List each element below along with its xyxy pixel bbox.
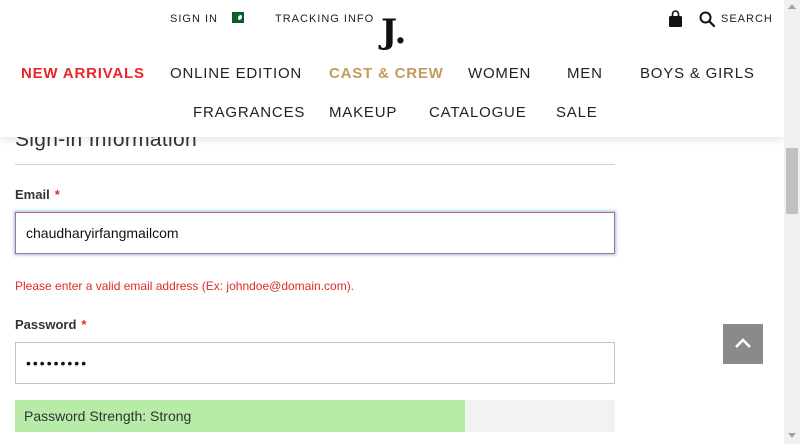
scroll-up-arrow-icon[interactable] <box>788 4 796 9</box>
nav-fragrances[interactable]: FRAGRANCES <box>193 104 305 121</box>
shopping-bag-icon[interactable] <box>668 10 683 28</box>
section-divider <box>15 164 615 165</box>
chevron-up-icon <box>735 338 751 348</box>
page-scrollbar[interactable] <box>784 0 800 444</box>
scroll-down-arrow-icon[interactable] <box>788 433 796 438</box>
page: SIGN IN TRACKING INFO J. SEARCH NEW ARRI… <box>0 0 784 444</box>
nav-women[interactable]: WOMEN <box>468 65 531 82</box>
nav-sale[interactable]: SALE <box>556 104 598 121</box>
email-error-message: Please enter a valid email address (Ex: … <box>15 279 355 293</box>
password-label: Password * <box>15 317 86 332</box>
email-label: Email * <box>15 187 60 202</box>
tracking-info-link[interactable]: TRACKING INFO <box>275 13 374 25</box>
nav-online-edition[interactable]: ONLINE EDITION <box>170 65 302 82</box>
search-link[interactable]: SEARCH <box>721 13 773 25</box>
required-mark: * <box>81 317 87 332</box>
password-strength-label: Password Strength: Strong <box>24 408 192 424</box>
nav-boys-girls[interactable]: BOYS & GIRLS <box>640 65 755 82</box>
email-label-text: Email <box>15 187 50 202</box>
required-mark: * <box>54 187 60 202</box>
nav-new-arrivals[interactable]: NEW ARRIVALS <box>21 65 145 82</box>
nav-cast-crew[interactable]: CAST & CREW <box>329 65 444 82</box>
nav-men[interactable]: MEN <box>567 65 603 82</box>
nav-catalogue[interactable]: CATALOGUE <box>429 104 527 121</box>
brand-logo[interactable]: J. <box>381 12 406 52</box>
password-strength-meter: Password Strength: Strong <box>15 400 615 432</box>
site-header: SIGN IN TRACKING INFO J. SEARCH NEW ARRI… <box>0 0 784 137</box>
nav-makeup[interactable]: MAKEUP <box>329 104 397 121</box>
back-to-top-button[interactable] <box>723 324 763 364</box>
pakistan-flag-icon[interactable] <box>228 12 244 23</box>
sign-in-link[interactable]: SIGN IN <box>170 13 218 25</box>
email-field[interactable] <box>15 212 615 254</box>
scrollbar-thumb[interactable] <box>786 148 798 214</box>
password-field[interactable] <box>15 342 615 384</box>
password-label-text: Password <box>15 317 77 332</box>
search-icon[interactable] <box>699 11 715 27</box>
